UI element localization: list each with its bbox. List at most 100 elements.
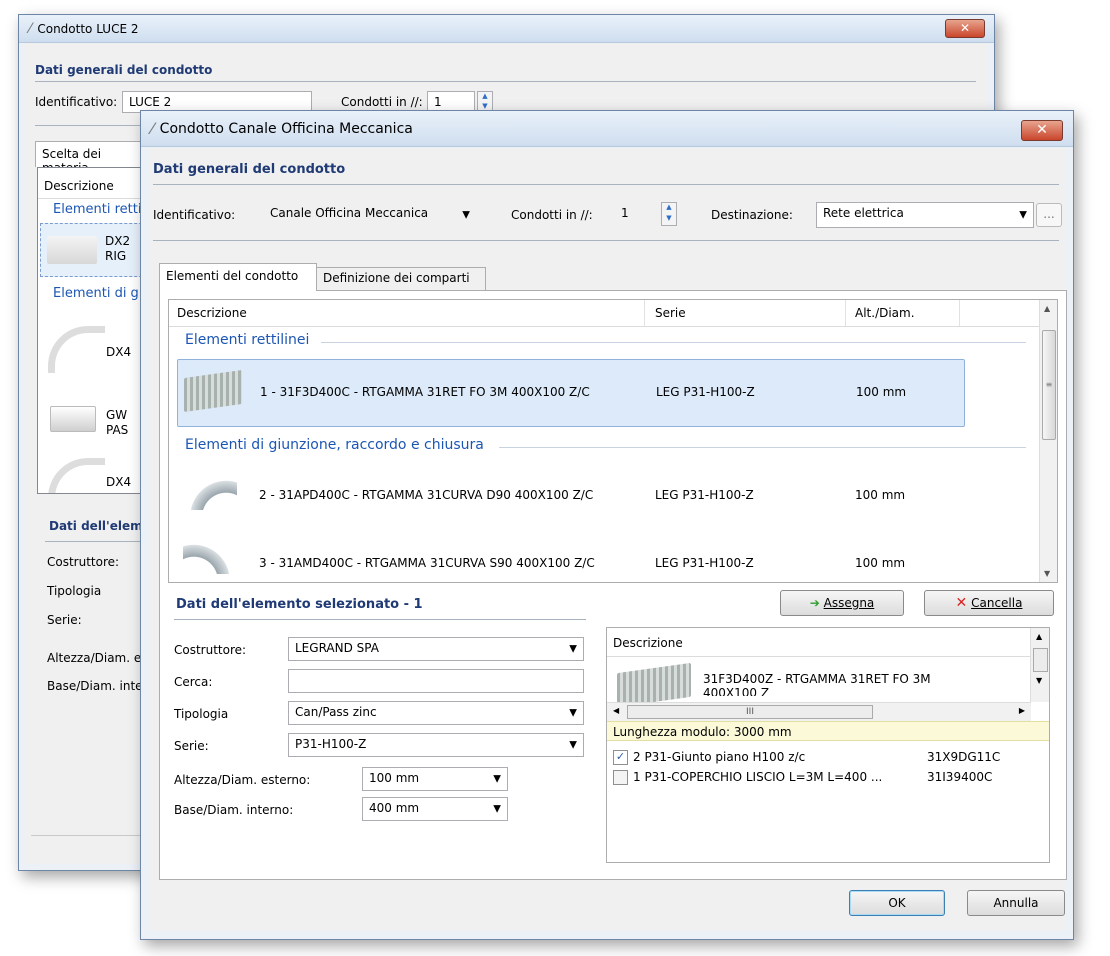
altezza-combo[interactable]: 100 mm ▼ bbox=[362, 767, 508, 791]
back-close-button[interactable]: ✕ bbox=[945, 19, 985, 38]
front-id-value: Canale Officina Meccanica bbox=[270, 206, 429, 220]
cancella-label: Cancella bbox=[971, 596, 1023, 610]
row-1-desc: 1 - 31F3D400C - RTGAMMA 31RET FO 3M 400X… bbox=[260, 385, 590, 399]
back-group-2: Elementi di gi bbox=[53, 286, 143, 301]
variant-line1[interactable]: 31F3D400Z - RTGAMMA 31RET FO 3M bbox=[703, 672, 931, 686]
dest-more-button[interactable]: ... bbox=[1036, 203, 1062, 227]
checkbox[interactable]: ✓ bbox=[613, 750, 628, 765]
costruttore-value: LEGRAND SPA bbox=[295, 641, 379, 655]
base-combo[interactable]: 400 mm ▼ bbox=[362, 797, 508, 821]
col-serie[interactable]: Serie bbox=[655, 306, 686, 320]
serie-value: P31-H100-Z bbox=[295, 737, 367, 751]
table-row[interactable]: 1 - 31F3D400C - RTGAMMA 31RET FO 3M 400X… bbox=[177, 359, 965, 427]
back-row-1-image bbox=[47, 236, 97, 264]
back-row-1-line1: DX2 bbox=[105, 234, 131, 248]
grid-header: Descrizione Serie Alt./Diam. bbox=[169, 300, 1041, 327]
grid-vertical-scrollbar[interactable]: ▲ ≡ ▼ bbox=[1039, 300, 1057, 582]
front-id-combo[interactable]: Canale Officina Meccanica ▼ bbox=[264, 203, 476, 227]
variants-horizontal-scrollbar[interactable]: ◀ III ▶ bbox=[607, 702, 1031, 721]
row-2-desc: 2 - 31APD400C - RTGAMMA 31CURVA D90 400X… bbox=[259, 488, 594, 502]
accessory-item[interactable]: ✓ 2 P31-Giunto piano H100 z/c 31X9DG11C bbox=[613, 748, 1037, 768]
variants-vertical-scrollbar[interactable]: ▲ ▼ bbox=[1030, 628, 1049, 702]
back-row-4-label[interactable]: DX4 bbox=[106, 475, 131, 489]
table-row[interactable]: 2 - 31APD400C - RTGAMMA 31CURVA D90 400X… bbox=[177, 468, 963, 528]
cerca-label: Cerca: bbox=[174, 675, 213, 689]
back-row-4-image bbox=[48, 458, 105, 493]
assegna-button[interactable]: ➔ Assegna bbox=[780, 590, 904, 616]
chevron-down-icon: ▼ bbox=[462, 209, 470, 221]
scroll-down-icon[interactable]: ▼ bbox=[1036, 676, 1042, 685]
hscroll-thumb[interactable]: III bbox=[627, 705, 873, 719]
scroll-left-icon[interactable]: ◀ bbox=[613, 706, 619, 715]
back-section-element: Dati dell'eleme bbox=[49, 519, 151, 533]
front-client: Dati generali del condotto Identificativ… bbox=[149, 148, 1067, 931]
serie-combo[interactable]: P31-H100-Z ▼ bbox=[288, 733, 584, 757]
back-lbl-costruttore: Costruttore: bbox=[47, 555, 120, 569]
tab-definizione-comparti[interactable]: Definizione dei comparti bbox=[316, 267, 486, 291]
group-elementi-rettilinei: Elementi rettilinei bbox=[185, 332, 310, 348]
back-lbl-base: Base/Diam. inter bbox=[47, 679, 148, 693]
scrollbar-thumb[interactable]: ≡ bbox=[1042, 330, 1056, 440]
row-2-serie: LEG P31-H100-Z bbox=[655, 488, 754, 502]
checkbox[interactable] bbox=[613, 770, 628, 785]
front-parallel-spinner[interactable]: ▲ ▼ bbox=[661, 202, 677, 226]
variants-header[interactable]: Descrizione bbox=[613, 636, 683, 650]
back-title-bar: ⁄ Condotto LUCE 2 ✕ bbox=[19, 15, 994, 43]
front-dest-label: Destinazione: bbox=[711, 208, 793, 222]
accessory-1-code: 31X9DG11C bbox=[927, 750, 1001, 764]
back-row-3-line1[interactable]: GW bbox=[106, 408, 127, 422]
accessory-2-code: 31I39400C bbox=[927, 770, 993, 784]
row-2-dim: 100 mm bbox=[855, 488, 906, 502]
row-2-image bbox=[183, 476, 237, 510]
accessory-item[interactable]: 1 P31-COPERCHIO LISCIO L=3M L=400 ... 31… bbox=[613, 768, 1037, 788]
tab-panel: Descrizione Serie Alt./Diam. Elementi re… bbox=[159, 290, 1067, 880]
base-label: Base/Diam. interno: bbox=[174, 803, 294, 817]
back-lbl-serie: Serie: bbox=[47, 613, 82, 627]
altezza-value: 100 mm bbox=[369, 771, 420, 785]
scroll-up-icon[interactable]: ▲ bbox=[1044, 304, 1050, 313]
back-row-2-label[interactable]: DX4 bbox=[106, 345, 131, 359]
table-row[interactable]: 3 - 31AMD400C - RTGAMMA 31CURVA S90 400X… bbox=[177, 534, 963, 582]
front-id-label-text: Identificativo: bbox=[153, 208, 236, 222]
costruttore-combo[interactable]: LEGRAND SPA ▼ bbox=[288, 637, 584, 661]
ok-button[interactable]: OK bbox=[849, 890, 945, 916]
front-section-general: Dati generali del condotto bbox=[153, 162, 346, 177]
scroll-down-icon[interactable]: ▼ bbox=[1044, 569, 1050, 578]
pencil-icon: ⁄ bbox=[29, 20, 32, 37]
accessory-1-desc: 2 P31-Giunto piano H100 z/c bbox=[633, 750, 806, 764]
front-parallel-input[interactable]: 1 bbox=[615, 203, 661, 227]
front-dest-combo[interactable]: Rete elettrica ▼ bbox=[816, 202, 1034, 228]
front-parallel-label: Condotti in //: bbox=[511, 208, 593, 222]
front-dest-value: Rete elettrica bbox=[823, 206, 904, 220]
search-input[interactable] bbox=[288, 669, 584, 693]
tab-elementi-condotto[interactable]: Elementi del condotto bbox=[159, 263, 317, 291]
row-1-dim: 100 mm bbox=[856, 385, 907, 399]
front-window-title: Condotto Canale Officina Meccanica bbox=[159, 120, 413, 137]
variants-list: Descrizione 31F3D400Z - RTGAMMA 31RET FO… bbox=[606, 627, 1050, 863]
group-giunzione: Elementi di giunzione, raccordo e chiusu… bbox=[185, 437, 484, 453]
scroll-right-icon[interactable]: ▶ bbox=[1019, 706, 1025, 715]
cancella-button[interactable]: ✕ Cancella bbox=[924, 590, 1054, 616]
back-row-3-image bbox=[50, 406, 96, 432]
chevron-down-icon: ▼ bbox=[493, 803, 501, 815]
annulla-button[interactable]: Annulla bbox=[967, 890, 1065, 916]
back-tab-materials[interactable]: Scelta dei materia bbox=[35, 141, 155, 175]
scrollbar-thumb[interactable] bbox=[1033, 648, 1048, 672]
row-1-serie: LEG P31-H100-Z bbox=[656, 385, 755, 399]
assegna-label: Assegna bbox=[823, 596, 875, 610]
tipologia-label: Tipologia bbox=[174, 707, 229, 721]
back-parallel-label: Condotti in //: bbox=[341, 95, 423, 109]
module-length: Lunghezza modulo: 3000 mm bbox=[607, 721, 1049, 741]
scroll-up-icon[interactable]: ▲ bbox=[1036, 632, 1042, 641]
base-value: 400 mm bbox=[369, 801, 420, 815]
row-3-desc: 3 - 31AMD400C - RTGAMMA 31CURVA S90 400X… bbox=[259, 556, 595, 570]
row-1-image bbox=[184, 369, 242, 413]
chevron-down-icon: ▼ bbox=[1019, 209, 1027, 221]
tipologia-combo[interactable]: Can/Pass zinc ▼ bbox=[288, 701, 584, 725]
col-descrizione[interactable]: Descrizione bbox=[177, 306, 247, 320]
chevron-down-icon: ▼ bbox=[493, 773, 501, 785]
chevron-down-icon: ▼ bbox=[569, 739, 577, 751]
row-3-serie: LEG P31-H100-Z bbox=[655, 556, 754, 570]
col-alt-diam[interactable]: Alt./Diam. bbox=[855, 306, 915, 320]
front-close-button[interactable]: ✕ bbox=[1021, 120, 1063, 141]
